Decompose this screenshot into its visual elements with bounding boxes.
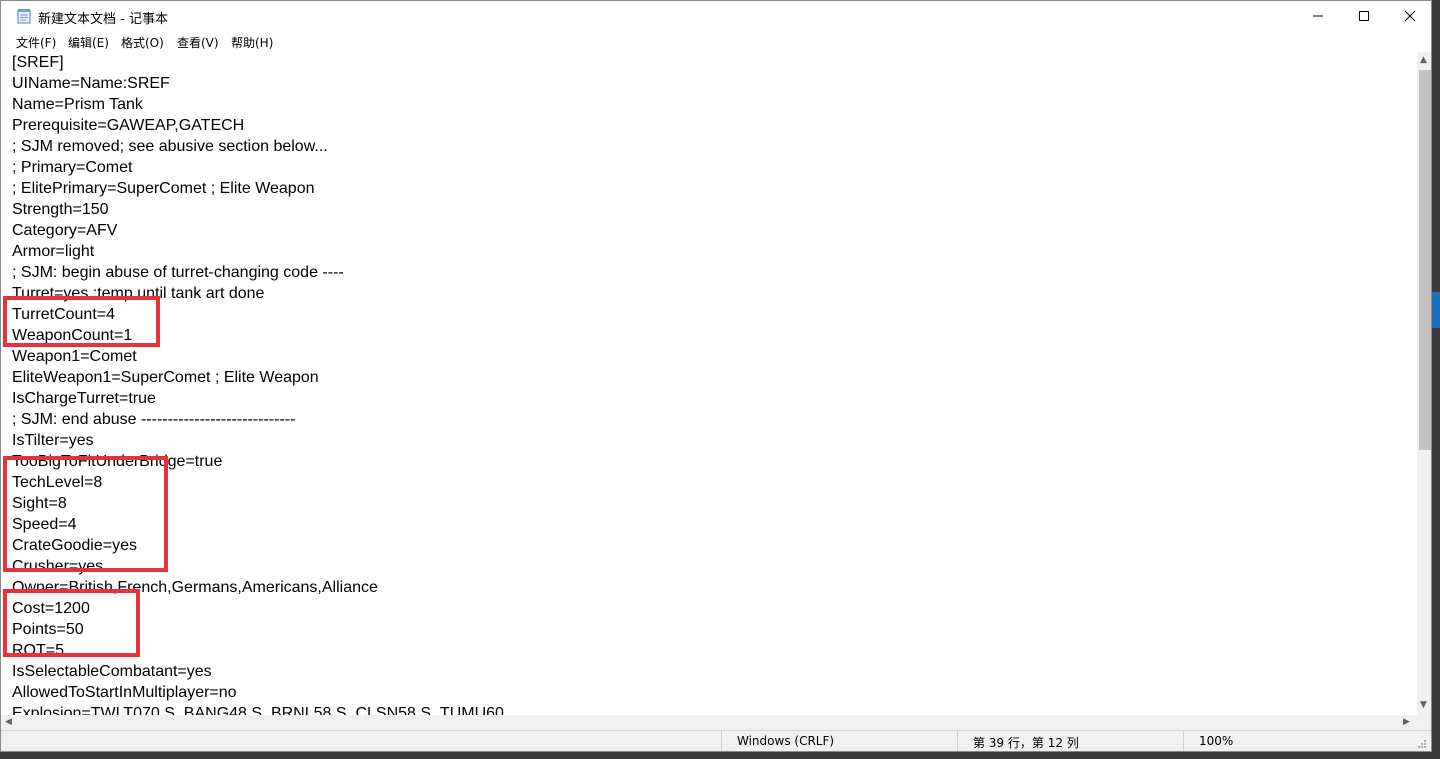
status-zoom: 100% xyxy=(1199,734,1234,748)
vertical-scroll-thumb[interactable] xyxy=(1419,70,1431,450)
close-button[interactable] xyxy=(1387,1,1431,31)
editor-line: AllowedToStartInMultiplayer=no xyxy=(12,684,237,701)
editor-line: ; SJM: end abuse -----------------------… xyxy=(12,411,296,428)
editor-line: EliteWeapon1=SuperComet ; Elite Weapon xyxy=(12,369,319,386)
status-encoding: Windows (CRLF) xyxy=(737,734,835,748)
text-editor[interactable]: [SREF] UIName=Name:SREF Name=Prism Tank … xyxy=(1,52,1417,715)
editor-line: ; ElitePrimary=SuperComet ; Elite Weapon xyxy=(12,180,315,197)
close-icon xyxy=(1404,10,1416,22)
status-divider xyxy=(957,731,958,751)
editor-line: UIName=Name:SREF xyxy=(12,75,170,92)
status-divider xyxy=(721,731,722,751)
menu-format[interactable]: 格式(O) xyxy=(121,34,164,51)
editor-line: IsChargeTurret=true xyxy=(12,390,156,407)
editor-line: ; SJM: begin abuse of turret-changing co… xyxy=(12,264,344,281)
menu-edit[interactable]: 编辑(E) xyxy=(68,34,109,51)
editor-line: Prerequisite=GAWEAP,GATECH xyxy=(12,117,245,134)
maximize-button[interactable] xyxy=(1341,1,1387,31)
editor-line: Explosion=TWLT070,S_BANG48,S_BRNL58,S_CL… xyxy=(12,705,504,715)
highlight-box-turret-weapon-count xyxy=(3,296,160,347)
menu-file[interactable]: 文件(F) xyxy=(16,34,56,51)
scroll-up-icon[interactable]: ▲ xyxy=(1420,55,1427,65)
status-bar: Windows (CRLF) 第 39 行，第 12 列 100% xyxy=(1,730,1431,751)
vertical-scrollbar[interactable]: ▲ ▼ xyxy=(1417,52,1431,715)
status-divider xyxy=(1183,731,1184,751)
scroll-right-icon[interactable]: ▶ xyxy=(1403,717,1410,727)
status-cursor-position: 第 39 行，第 12 列 xyxy=(973,736,1079,750)
title-bar[interactable]: 新建文本文档 - 记事本 xyxy=(1,1,1431,31)
editor-line: Armor=light xyxy=(12,243,95,260)
editor-line: IsSelectableCombatant=yes xyxy=(12,663,212,680)
editor-line: ; Primary=Comet xyxy=(12,159,133,176)
editor-line: Category=AFV xyxy=(12,222,118,239)
menu-help[interactable]: 帮助(H) xyxy=(231,34,273,51)
scroll-left-icon[interactable]: ◀ xyxy=(5,717,12,727)
highlight-box-tech-sight-speed-crate xyxy=(3,456,168,572)
editor-line: Weapon1=Comet xyxy=(12,348,137,365)
scrollbar-corner xyxy=(1417,715,1431,730)
window-title: 新建文本文档 - 记事本 xyxy=(38,12,168,27)
minimize-icon xyxy=(1313,15,1323,17)
horizontal-scrollbar[interactable]: ◀ ▶ xyxy=(1,715,1417,730)
highlight-box-cost-points xyxy=(3,589,140,657)
editor-line: Name=Prism Tank xyxy=(12,96,143,113)
notepad-icon xyxy=(17,9,31,24)
background-window-edge xyxy=(1432,292,1440,328)
scroll-down-icon[interactable]: ▼ xyxy=(1420,700,1427,710)
resize-grip-icon[interactable] xyxy=(1417,739,1427,749)
menu-view[interactable]: 查看(V) xyxy=(177,34,219,51)
notepad-window: 新建文本文档 - 记事本 文件(F) 编辑(E) 格式(O) 查看(V) 帮助(… xyxy=(0,0,1432,752)
editor-line: Strength=150 xyxy=(12,201,109,218)
menu-bar: 文件(F) 编辑(E) 格式(O) 查看(V) 帮助(H) xyxy=(1,31,1431,52)
maximize-icon xyxy=(1359,11,1369,21)
editor-line: ; SJM removed; see abusive section below… xyxy=(12,138,328,155)
minimize-button[interactable] xyxy=(1295,1,1341,31)
editor-line: [SREF] xyxy=(12,54,64,71)
editor-line: IsTilter=yes xyxy=(12,432,94,449)
